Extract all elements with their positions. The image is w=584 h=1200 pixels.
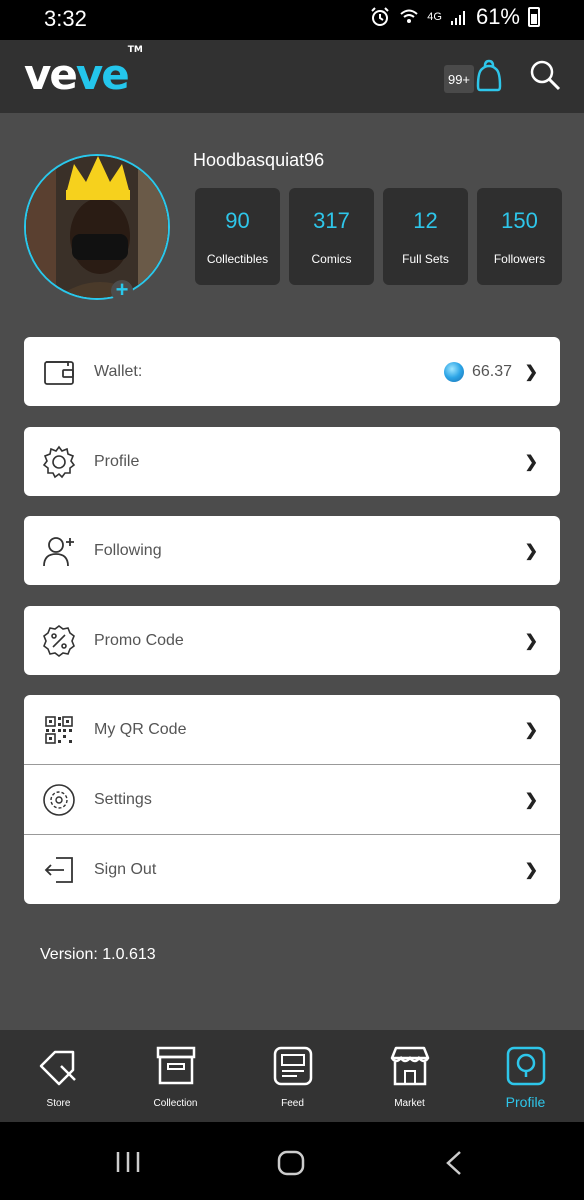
- logo-trademark: TM: [127, 45, 143, 55]
- stat-collectibles[interactable]: 90 Collectibles: [195, 188, 280, 285]
- system-nav-bar: [0, 1122, 584, 1200]
- chevron-right-icon: ❯: [524, 453, 538, 471]
- nav-label: Store: [46, 1098, 71, 1109]
- stat-label: Comics: [311, 252, 352, 266]
- chevron-right-icon: ❯: [524, 632, 538, 650]
- nav-label: Feed: [281, 1098, 304, 1109]
- stat-value: 12: [413, 208, 438, 233]
- qr-code-label: My QR Code: [94, 720, 187, 738]
- logo-text-main: ve: [24, 50, 78, 99]
- chevron-right-icon: ❯: [524, 791, 538, 809]
- status-bar: 3:32 4G 61%: [0, 0, 584, 40]
- avatar-portrait: [26, 156, 168, 298]
- nav-market[interactable]: Market: [351, 1030, 468, 1122]
- wallet-card: Wallet: 66.37 ❯: [24, 337, 560, 406]
- avatar-image: [24, 154, 170, 300]
- nav-feed[interactable]: Feed: [234, 1030, 351, 1122]
- recent-apps-icon[interactable]: [115, 1150, 141, 1174]
- settings-row[interactable]: Settings ❯: [24, 765, 560, 834]
- bottom-nav: Store Collection Feed Market Profile: [0, 1030, 584, 1122]
- nav-label: Profile: [505, 1094, 546, 1110]
- signal-icon: [450, 11, 465, 25]
- alarm-icon: [371, 7, 389, 26]
- bell-icon[interactable]: [474, 58, 504, 94]
- nav-label: Market: [394, 1098, 425, 1109]
- wallet-row[interactable]: Wallet: 66.37 ❯: [24, 337, 560, 406]
- add-user-icon: [43, 536, 74, 566]
- settings-label: Settings: [94, 790, 152, 808]
- stat-followers[interactable]: 150 Followers: [477, 188, 562, 285]
- network-type: 4G: [427, 11, 442, 23]
- tag-icon: [39, 1050, 76, 1086]
- gem-icon: [443, 361, 464, 382]
- battery-percent: 61%: [475, 4, 520, 29]
- wallet-label: Wallet:: [94, 362, 143, 380]
- notification-badge[interactable]: 99+: [444, 65, 474, 93]
- feed-icon: [273, 1046, 312, 1086]
- storefront-icon: [390, 1046, 429, 1086]
- chevron-right-icon: ❯: [524, 542, 538, 560]
- logo-text-accent: ve: [75, 50, 130, 99]
- stat-value: 90: [225, 208, 250, 233]
- stat-value: 317: [313, 208, 350, 233]
- back-icon[interactable]: [444, 1150, 464, 1176]
- stat-label: Full Sets: [402, 252, 449, 266]
- search-icon[interactable]: [528, 58, 562, 92]
- profile-label: Profile: [94, 452, 140, 470]
- following-card: Following ❯: [24, 516, 560, 585]
- stat-comics[interactable]: 317 Comics: [289, 188, 374, 285]
- account-actions-card: My QR Code ❯ Settings ❯ Sign Out ❯: [24, 695, 560, 904]
- following-row[interactable]: Following ❯: [24, 516, 560, 585]
- discount-badge-icon: [43, 624, 75, 657]
- sign-out-row[interactable]: Sign Out ❯: [24, 835, 560, 904]
- following-label: Following: [94, 541, 162, 559]
- stat-label: Collectibles: [206, 252, 269, 266]
- settings-icon: [43, 783, 75, 816]
- add-avatar-icon[interactable]: +: [111, 279, 133, 302]
- wallet-amount: 66.37: [471, 362, 512, 380]
- status-icons: 4G 61%: [369, 4, 540, 30]
- profile-nav-icon: [506, 1046, 545, 1086]
- wallet-icon: [44, 360, 74, 385]
- status-time: 3:32: [44, 6, 87, 31]
- profile-card: Profile ❯: [24, 427, 560, 496]
- promo-code-label: Promo Code: [94, 631, 184, 649]
- qr-code-icon: [45, 715, 73, 744]
- nav-label: Collection: [153, 1098, 198, 1109]
- nav-collection[interactable]: Collection: [117, 1030, 234, 1122]
- username: Hoodbasquiat96: [193, 150, 325, 170]
- wallet-balance: 66.37: [443, 361, 512, 382]
- battery-icon: [528, 7, 540, 27]
- chevron-right-icon: ❯: [524, 721, 538, 739]
- gear-icon: [42, 445, 76, 478]
- home-button-icon[interactable]: [277, 1150, 305, 1176]
- stat-value: 150: [501, 208, 538, 233]
- app-version: Version: 1.0.613: [40, 946, 156, 963]
- profile-row[interactable]: Profile ❯: [24, 427, 560, 496]
- nav-store[interactable]: Store: [0, 1030, 117, 1122]
- chevron-right-icon: ❯: [524, 363, 538, 381]
- app-header: veveTM 99+: [0, 40, 584, 113]
- profile-stats: 90 Collectibles 317 Comics 12 Full Sets …: [195, 188, 562, 285]
- chevron-right-icon: ❯: [524, 861, 538, 879]
- qr-code-row[interactable]: My QR Code ❯: [24, 695, 560, 764]
- avatar[interactable]: +: [24, 154, 170, 302]
- wifi-icon: [400, 9, 418, 23]
- archive-box-icon: [156, 1046, 195, 1085]
- sign-out-icon: [44, 856, 73, 883]
- promo-code-row[interactable]: Promo Code ❯: [24, 606, 560, 675]
- stat-label: Followers: [493, 252, 546, 266]
- nav-profile[interactable]: Profile: [467, 1030, 584, 1122]
- promo-card: Promo Code ❯: [24, 606, 560, 675]
- stat-full-sets[interactable]: 12 Full Sets: [383, 188, 468, 285]
- sign-out-label: Sign Out: [94, 860, 157, 878]
- veve-logo[interactable]: veveTM: [24, 45, 143, 99]
